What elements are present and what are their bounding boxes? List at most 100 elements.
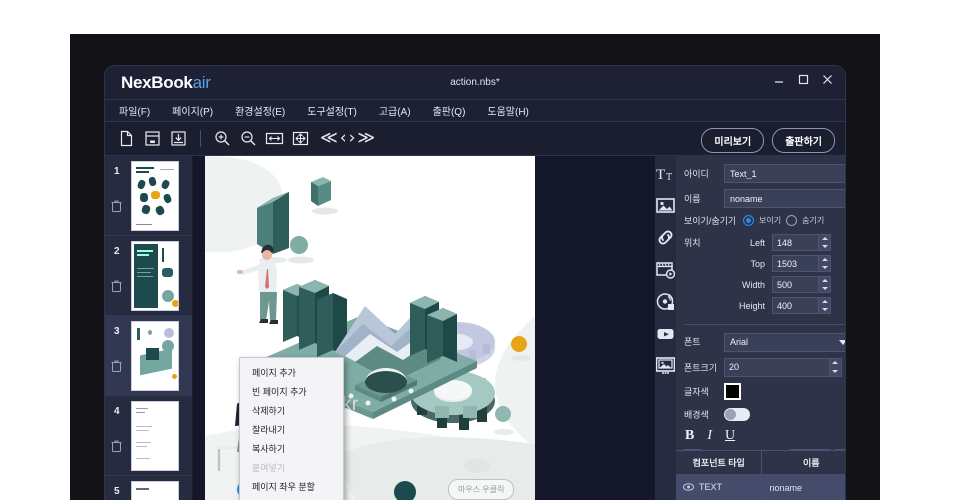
delete-page-icon[interactable]	[111, 440, 122, 452]
page-thumbnail-selected[interactable]	[131, 321, 179, 391]
youtube-tool-icon[interactable]	[655, 323, 676, 344]
ctx-copy[interactable]: 복사하기	[240, 439, 343, 458]
prev-page-icon[interactable]: ‹	[340, 130, 347, 147]
zoom-out-icon[interactable]	[239, 129, 258, 148]
top-stepper[interactable]	[819, 255, 831, 272]
gallery-tool-icon[interactable]	[655, 355, 676, 376]
page-row-5[interactable]: 5	[105, 476, 192, 500]
ctx-cut[interactable]: 잘라내기	[240, 420, 343, 439]
visibility-label: 보이기/숨기기	[684, 214, 738, 227]
last-page-icon[interactable]: ≫	[357, 130, 375, 147]
fit-width-icon[interactable]	[265, 129, 284, 148]
page-thumbnail[interactable]	[131, 401, 179, 471]
menu-item-file[interactable]: 파일(F)	[119, 103, 150, 118]
left-input[interactable]	[772, 234, 819, 251]
top-input[interactable]	[772, 255, 819, 272]
id-input[interactable]	[724, 164, 845, 183]
tool-bar: ≪ ‹ › ≫ 미리보기 출판하기	[105, 122, 845, 156]
page-number: 5	[114, 486, 120, 497]
title-bar: NexBookair action.nbs*	[105, 66, 845, 100]
new-file-icon[interactable]	[117, 129, 136, 148]
height-label: Height	[724, 301, 772, 311]
column-header-type: 컴포넌트 타입	[676, 451, 762, 474]
field-id: 아이디	[684, 164, 845, 183]
fontsize-input[interactable]	[724, 358, 830, 377]
menu-item-advanced[interactable]: 고급(A)	[379, 103, 411, 118]
save-file-icon[interactable]	[169, 129, 188, 148]
page-number: 4	[114, 406, 120, 417]
underline-button[interactable]: U	[725, 428, 735, 444]
field-bgcolor: 배경색	[684, 408, 845, 421]
page-row-1[interactable]: 1	[105, 156, 192, 236]
next-page-icon[interactable]: ›	[349, 130, 356, 147]
audio-tool-icon[interactable]	[655, 291, 676, 312]
table-row[interactable]: TEXT noname	[676, 474, 845, 500]
column-header-name: 이름	[762, 451, 845, 474]
open-file-icon[interactable]	[143, 129, 162, 148]
link-tool-icon[interactable]	[655, 227, 676, 248]
maximize-icon[interactable]	[798, 74, 809, 85]
ctx-add-page[interactable]: 페이지 추가	[240, 363, 343, 382]
publish-button[interactable]: 출판하기	[772, 128, 835, 153]
position-height-row: Height	[724, 297, 845, 314]
ctx-add-blank-page[interactable]: 빈 페이지 추가	[240, 382, 343, 401]
bgcolor-toggle[interactable]	[724, 408, 750, 421]
height-stepper[interactable]	[819, 297, 831, 314]
component-table-header: 컴포넌트 타입 이름	[676, 450, 845, 474]
delete-page-icon[interactable]	[111, 200, 122, 212]
text-tool-icon[interactable]: TT	[655, 163, 676, 184]
bgcolor-label: 배경색	[684, 408, 724, 421]
zoom-in-icon[interactable]	[213, 129, 232, 148]
position-left-row: Left	[724, 234, 845, 251]
delete-page-icon[interactable]	[111, 280, 122, 292]
menu-bar: 파일(F) 페이지(P) 환경설정(E) 도구설정(T) 고급(A) 출판(Q)…	[105, 100, 845, 122]
page-thumbnail[interactable]	[131, 241, 179, 311]
shape-bracket	[311, 177, 331, 206]
font-label: 폰트	[684, 335, 724, 348]
fit-page-icon[interactable]	[291, 129, 310, 148]
font-select[interactable]	[724, 333, 845, 352]
italic-button[interactable]: I	[707, 428, 712, 444]
height-input[interactable]	[772, 297, 819, 314]
visible-radio[interactable]	[743, 215, 754, 226]
page-thumbnail-list[interactable]: 1	[105, 156, 193, 500]
field-fontsize: 폰트크기 px	[684, 358, 845, 377]
properties-panel: TT	[655, 156, 845, 500]
fontsize-stepper[interactable]	[830, 358, 842, 377]
hidden-radio[interactable]	[786, 215, 797, 226]
chevron-down-icon[interactable]	[839, 340, 845, 345]
ctx-split-page[interactable]: 페이지 좌우 분할	[240, 477, 343, 496]
menu-item-publish[interactable]: 출판(Q)	[433, 103, 466, 118]
video-clip-tool-icon[interactable]	[655, 259, 676, 280]
width-stepper[interactable]	[819, 276, 831, 293]
page-row-2[interactable]: 2	[105, 236, 192, 316]
menu-item-prefs[interactable]: 환경설정(E)	[235, 103, 285, 118]
minimize-icon[interactable]	[774, 74, 785, 85]
page-thumbnail[interactable]	[131, 481, 179, 500]
textcolor-swatch[interactable]	[724, 383, 741, 400]
ctx-delete[interactable]: 삭제하기	[240, 401, 343, 420]
eye-icon[interactable]	[683, 483, 694, 491]
page-context-menu[interactable]: 페이지 추가 빈 페이지 추가 삭제하기 잘라내기 복사하기 붙여넣기 페이지 …	[239, 357, 344, 500]
first-page-icon[interactable]: ≪	[320, 130, 338, 147]
toolbar-actions: 미리보기 출판하기	[701, 128, 835, 153]
page-row-3[interactable]: 3	[105, 316, 192, 396]
bold-button[interactable]: B	[685, 428, 694, 444]
page-row-4[interactable]: 4	[105, 396, 192, 476]
image-tool-icon[interactable]	[655, 195, 676, 216]
left-stepper[interactable]	[819, 234, 831, 251]
close-icon[interactable]	[822, 74, 833, 85]
fontsize-label: 폰트크기	[684, 361, 724, 374]
position-width-row: Width	[724, 276, 845, 293]
menu-item-help[interactable]: 도움말(H)	[487, 103, 528, 118]
preview-button[interactable]: 미리보기	[701, 128, 764, 153]
page-thumbnail[interactable]	[131, 161, 179, 231]
ctx-replace-page[interactable]: 페이지 교체	[240, 496, 343, 500]
menu-item-tools[interactable]: 도구설정(T)	[307, 103, 357, 118]
delete-page-icon[interactable]	[111, 360, 122, 372]
field-position: 위치 Left Top	[684, 234, 845, 318]
name-input[interactable]	[724, 189, 845, 208]
width-input[interactable]	[772, 276, 819, 293]
page-number: 1	[114, 166, 120, 177]
menu-item-page[interactable]: 페이지(P)	[172, 103, 213, 118]
